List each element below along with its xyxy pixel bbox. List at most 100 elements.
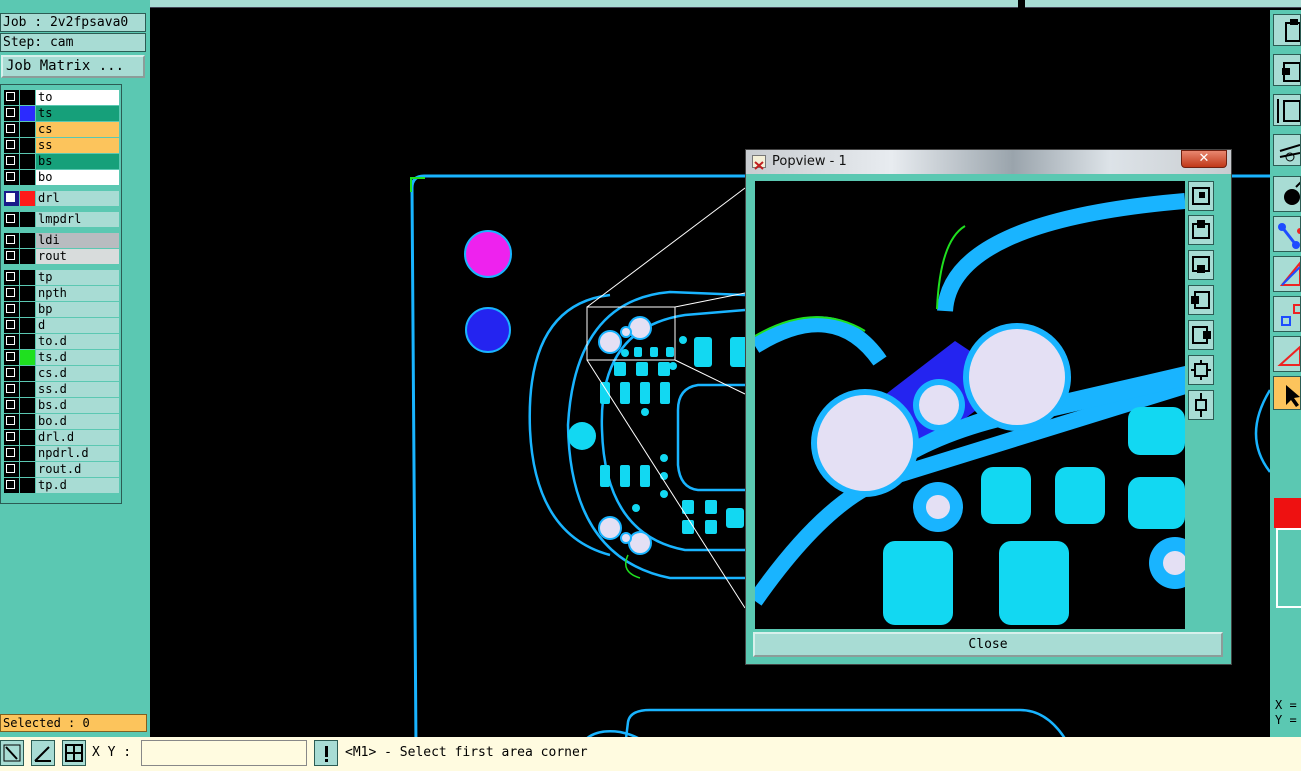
popview-tool-button[interactable]	[1188, 355, 1214, 385]
drill-hole	[620, 326, 632, 338]
popview-tool-button[interactable]	[1188, 215, 1214, 245]
layer-checkbox[interactable]	[4, 318, 19, 333]
layer-color-swatch	[20, 170, 35, 185]
layer-checkbox[interactable]	[4, 334, 19, 349]
layer-checkbox[interactable]	[4, 233, 19, 248]
layer-row-to.d[interactable]: to.d	[3, 334, 119, 349]
checkbox-box	[6, 368, 15, 377]
layer-color-swatch	[20, 414, 35, 429]
layer-name: npdrl.d	[36, 446, 119, 461]
popview-close-button[interactable]: Close	[753, 632, 1223, 657]
layer-color-swatch	[20, 350, 35, 365]
layer-checkbox[interactable]	[4, 366, 19, 381]
layer-row-bp[interactable]: bp	[3, 302, 119, 317]
tool-button[interactable]	[1273, 336, 1301, 372]
tool-button[interactable]	[1273, 54, 1301, 86]
step-name: Step: cam	[0, 33, 146, 52]
popview-tool-button[interactable]	[1188, 390, 1214, 420]
layer-row-cs[interactable]: cs	[3, 122, 119, 137]
layer-checkbox[interactable]	[4, 382, 19, 397]
measure-button[interactable]	[31, 740, 55, 766]
layer-checkbox[interactable]	[4, 446, 19, 461]
layer-row-bo.d[interactable]: bo.d	[3, 414, 119, 429]
smd-pad	[666, 347, 674, 357]
layer-color-swatch	[20, 249, 35, 264]
tool-button[interactable]	[1273, 176, 1301, 212]
checkbox-box	[6, 480, 15, 489]
layer-checkbox[interactable]	[4, 286, 19, 301]
tool-button[interactable]	[1273, 256, 1301, 292]
layer-row-npdrl.d[interactable]: npdrl.d	[3, 446, 119, 461]
alert-icon[interactable]	[314, 740, 338, 766]
tool-button[interactable]	[1273, 134, 1301, 166]
layer-row-ss[interactable]: ss	[3, 138, 119, 153]
layer-checkbox[interactable]	[4, 414, 19, 429]
layer-checkbox[interactable]	[4, 398, 19, 413]
layer-name: bp	[36, 302, 119, 317]
layer-name: drl	[36, 191, 119, 206]
layer-checkbox[interactable]	[4, 191, 19, 206]
tool-button[interactable]	[1273, 296, 1301, 332]
drill-hole	[628, 531, 652, 555]
layer-color-swatch	[20, 382, 35, 397]
zoom-area-button[interactable]	[0, 740, 24, 766]
checkbox-box	[6, 251, 15, 260]
layer-row-bo[interactable]: bo	[3, 170, 119, 185]
pointer-tool-button[interactable]	[1273, 376, 1301, 410]
popview-titlebar[interactable]: Popview - 1 ✕	[746, 150, 1231, 174]
snap-grid-button[interactable]	[62, 740, 86, 766]
via	[679, 336, 687, 344]
layer-row-d[interactable]: d	[3, 318, 119, 333]
layer-row-ts[interactable]: ts	[3, 106, 119, 121]
layer-checkbox[interactable]	[4, 430, 19, 445]
layer-name: bs.d	[36, 398, 119, 413]
layer-checkbox[interactable]	[4, 138, 19, 153]
layer-row-rout[interactable]: rout	[3, 249, 119, 264]
layer-name: ldi	[36, 233, 119, 248]
layer-row-npth[interactable]: npth	[3, 286, 119, 301]
layer-checkbox[interactable]	[4, 270, 19, 285]
layer-checkbox[interactable]	[4, 154, 19, 169]
popview-tool-button[interactable]	[1188, 250, 1214, 280]
tool-button[interactable]	[1273, 216, 1301, 252]
smd-pad	[636, 362, 648, 376]
layer-row-ldi[interactable]: ldi	[3, 233, 119, 248]
layer-name: rout	[36, 249, 119, 264]
job-matrix-button[interactable]: Job Matrix ...	[1, 55, 145, 78]
layer-row-bs.d[interactable]: bs.d	[3, 398, 119, 413]
smd-pad	[694, 337, 712, 367]
layer-checkbox[interactable]	[4, 212, 19, 227]
layer-checkbox[interactable]	[4, 478, 19, 493]
layer-row-tp[interactable]: tp	[3, 270, 119, 285]
layer-row-drl[interactable]: drl	[3, 191, 119, 206]
layer-row-ts.d[interactable]: ts.d	[3, 350, 119, 365]
xy-input[interactable]	[141, 740, 307, 766]
layer-name: rout.d	[36, 462, 119, 477]
popview-tool-button[interactable]	[1188, 320, 1214, 350]
popview-tool-button[interactable]	[1188, 285, 1214, 315]
layer-row-tp.d[interactable]: tp.d	[3, 478, 119, 493]
layer-row-rout.d[interactable]: rout.d	[3, 462, 119, 477]
layer-row-bs[interactable]: bs	[3, 154, 119, 169]
layer-color-swatch	[20, 302, 35, 317]
layer-row-cs.d[interactable]: cs.d	[3, 366, 119, 381]
popview-tool-button[interactable]	[1188, 181, 1214, 211]
layer-checkbox[interactable]	[4, 350, 19, 365]
layer-checkbox[interactable]	[4, 462, 19, 477]
coord-x-label: X =	[1275, 698, 1297, 712]
layer-row-ss.d[interactable]: ss.d	[3, 382, 119, 397]
layer-row-to[interactable]: to	[3, 90, 119, 105]
layer-checkbox[interactable]	[4, 90, 19, 105]
layer-checkbox[interactable]	[4, 302, 19, 317]
popview-canvas[interactable]	[755, 181, 1185, 629]
layer-row-drl.d[interactable]: drl.d	[3, 430, 119, 445]
layer-checkbox[interactable]	[4, 249, 19, 264]
layer-checkbox[interactable]	[4, 106, 19, 121]
tool-button[interactable]	[1273, 94, 1301, 126]
layer-checkbox[interactable]	[4, 170, 19, 185]
layer-row-lmpdrl[interactable]: lmpdrl	[3, 212, 119, 227]
close-icon[interactable]: ✕	[1181, 150, 1227, 168]
layer-checkbox[interactable]	[4, 122, 19, 137]
tool-button[interactable]	[1273, 14, 1301, 46]
popview-scroll-track[interactable]	[1188, 410, 1224, 631]
